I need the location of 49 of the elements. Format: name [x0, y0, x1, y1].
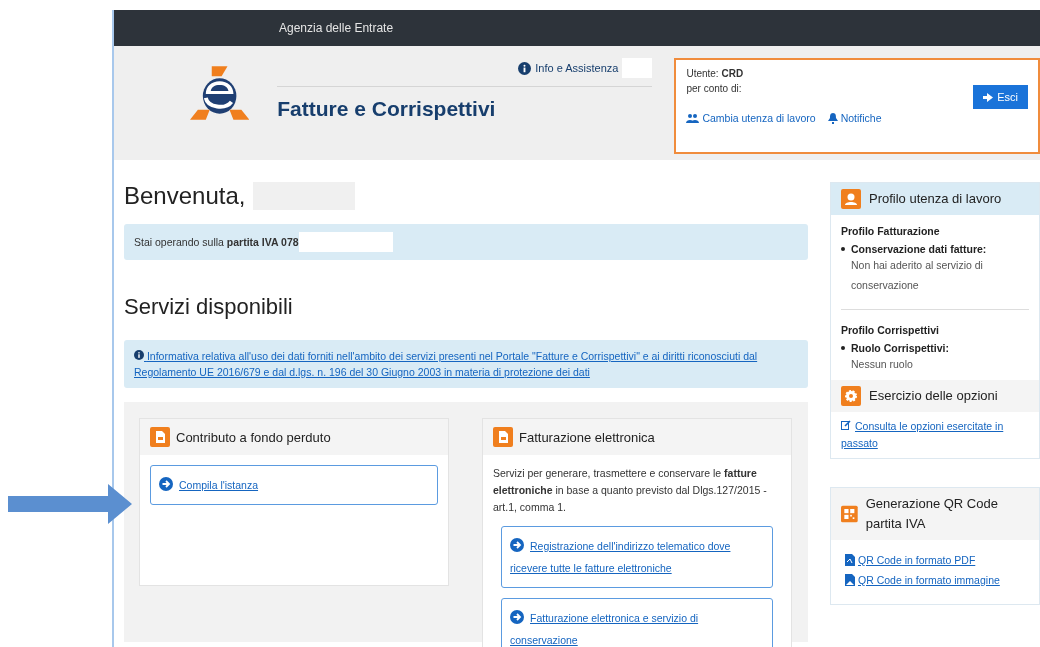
- qr-code-icon: [841, 504, 858, 524]
- on-behalf-label: per conto di:: [686, 83, 743, 94]
- bullet-dot: [841, 247, 845, 251]
- arrow-circle-icon: [510, 610, 524, 624]
- info-link[interactable]: Info e Assistenza: [535, 62, 619, 74]
- profile-value: Non hai aderito al servizio di conservazione: [850, 258, 984, 293]
- qr-link[interactable]: QR Code in formato immagine: [845, 574, 1025, 586]
- panel-title: Profilo utenza di lavoro: [869, 190, 1002, 208]
- section-heading: Profilo Corrispettivi: [841, 324, 940, 336]
- document-icon: [150, 427, 170, 447]
- image-file-icon: [845, 574, 855, 586]
- pdf-file-icon: [845, 554, 855, 566]
- card-title: Fatturazione elettronica: [519, 429, 655, 445]
- service-link[interactable]: Compila l'istanza: [150, 465, 438, 505]
- header-link[interactable]: Notifiche: [827, 112, 882, 124]
- bullet-dot: [841, 346, 845, 350]
- app-title: Fatture e Corrispettivi: [277, 97, 497, 121]
- card-description: Servizi per generare, trasmettere e conservare le fatture elettroniche in base a quanto previsto dal Dlgs.127/2015 - art.1, comma 1.: [493, 466, 768, 515]
- services-heading: Servizi disponibili: [124, 294, 294, 320]
- section-heading: Profilo Fatturazione: [841, 225, 941, 237]
- options-link[interactable]: Consulta le opzioni esercitate in passato: [841, 418, 1021, 452]
- users-icon: [686, 113, 700, 123]
- welcome-heading: Benvenuta,: [124, 182, 246, 210]
- bell-icon: [827, 112, 838, 124]
- vat-notice-text: Stai operando sulla partita IVA 078: [134, 236, 299, 248]
- panel-title: Esercizio delle opzioni: [869, 387, 998, 405]
- arrow-circle-icon: [159, 477, 173, 491]
- service-link[interactable]: Fatturazione elettronica e servizio di conservazione: [501, 598, 773, 647]
- profile-label: Conservazione dati fatture:: [851, 243, 987, 255]
- qr-link[interactable]: QR Code in formato PDF: [845, 554, 1025, 566]
- gear-icon: [841, 386, 861, 406]
- agency-logo: [190, 64, 250, 120]
- user-icon: [841, 189, 861, 209]
- panel-title: Generazione QR Code partita IVA: [865, 495, 999, 533]
- privacy-link[interactable]: Informativa relativa all'uso dei dati forniti nell'ambito dei servizi presenti nel Portale "Fatture e Corrispettivi" e ai diritti riconosciuti dal Regolamento UE 2016/679 e dal d.lgs. n. 196 del 30 Giugno 2003 in materia di protezione dei dati: [134, 348, 798, 380]
- logout-icon: [983, 92, 994, 102]
- header-link[interactable]: Cambia utenza di lavoro: [686, 112, 816, 124]
- user-label: Utente: CRD: [686, 68, 745, 79]
- agency-name: Agenzia delle Entrate: [279, 21, 394, 35]
- info-icon: [518, 61, 532, 75]
- card-title: Contributo a fondo perduto: [176, 429, 331, 445]
- edit-icon: [841, 420, 851, 430]
- service-link[interactable]: Registrazione dell'indirizzo telematico dove ricevere tutte le fatture elettroniche: [501, 526, 773, 588]
- logout-button[interactable]: Esci: [973, 85, 1028, 109]
- arrow-circle-icon: [510, 538, 524, 552]
- document-icon: [493, 427, 513, 447]
- profile-label: Ruolo Corrispettivi:: [851, 342, 949, 354]
- info-icon: [134, 350, 144, 360]
- profile-value: Nessun ruolo: [850, 357, 914, 372]
